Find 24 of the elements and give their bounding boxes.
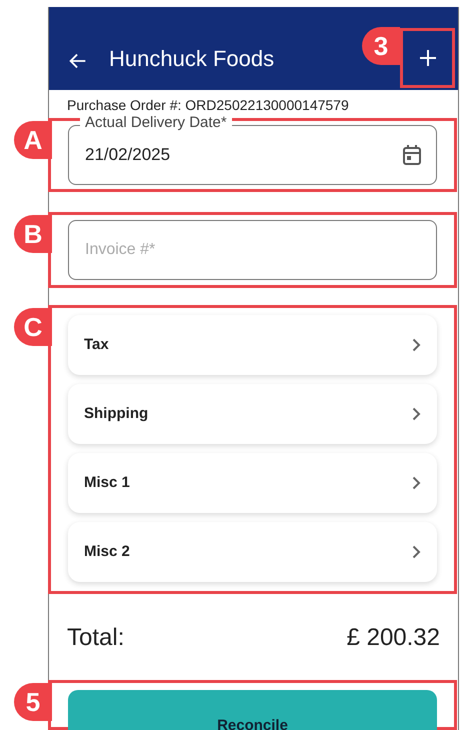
charge-row[interactable]: Misc 2	[68, 522, 437, 582]
chevron-right-icon	[412, 476, 421, 490]
field-label: Actual Delivery Date*	[80, 114, 232, 132]
purchase-order-number: Purchase Order #: ORD25022130000147579	[66, 96, 350, 115]
invoice-field[interactable]: Invoice #*	[68, 220, 437, 280]
calendar-icon[interactable]	[402, 144, 422, 166]
callout-badge: B	[14, 215, 52, 253]
callout-badge: 3	[362, 27, 400, 65]
total-label: Total:	[67, 623, 124, 653]
reconcile-button[interactable]: Reconcile	[68, 690, 437, 730]
chevron-right-icon	[412, 338, 421, 352]
page-title: Hunchuck Foods	[109, 46, 274, 72]
total-amount: £ 200.32	[346, 623, 440, 653]
callout-badge: A	[14, 121, 52, 159]
callout-badge: 5	[14, 683, 52, 721]
charge-row[interactable]: Tax	[68, 315, 437, 375]
charge-row[interactable]: Shipping	[68, 384, 437, 444]
add-button[interactable]	[400, 28, 455, 88]
callout-badge: C	[14, 308, 52, 346]
charge-row[interactable]: Misc 1	[68, 453, 437, 513]
chevron-right-icon	[412, 545, 421, 559]
chevron-right-icon	[412, 407, 421, 421]
plus-icon	[418, 49, 436, 67]
date-value: 21/02/2025	[85, 144, 172, 166]
